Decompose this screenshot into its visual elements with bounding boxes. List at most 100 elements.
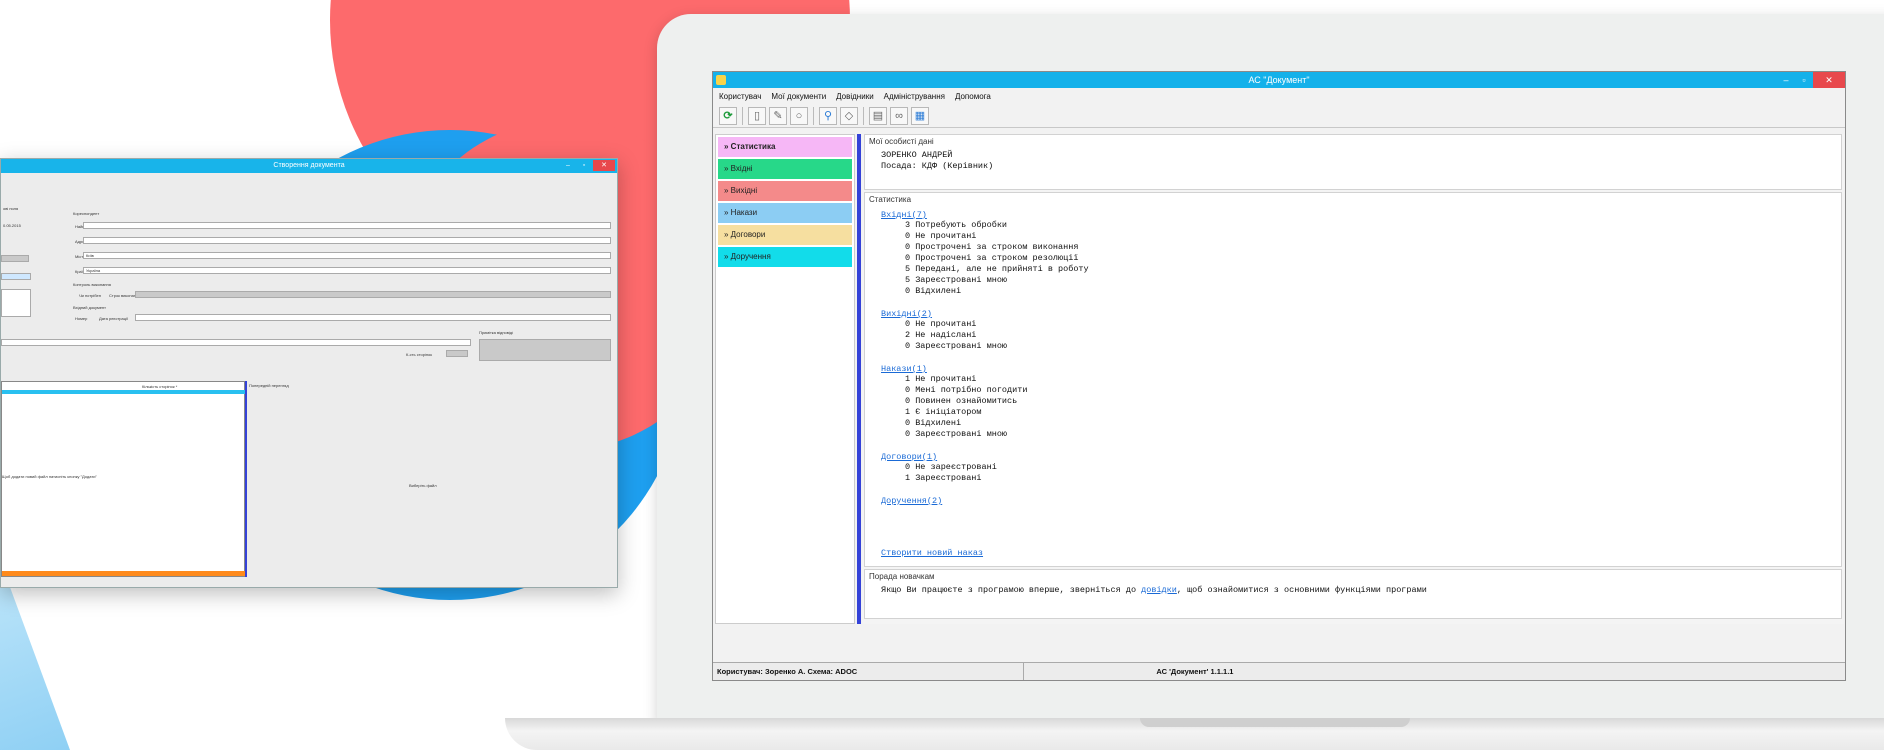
files-table: Кількість сторінок * Щоб додати новий фа… bbox=[1, 381, 245, 577]
stat-line: 0 Прострочені за строком виконання bbox=[905, 242, 1079, 252]
main-content: Мої особисті дані ЗОРЕНКО АНДРЕЙ Посада:… bbox=[862, 134, 1844, 624]
toolbar-separator bbox=[813, 106, 814, 125]
scene: Створення документа – ▫ ✕ ові поля 0.05.… bbox=[0, 0, 1884, 750]
create-document-window: Створення документа – ▫ ✕ ові поля 0.05.… bbox=[0, 158, 618, 588]
create-document-title: Створення документа bbox=[273, 162, 345, 169]
menu-help[interactable]: Допомога bbox=[955, 92, 991, 101]
close-icon[interactable]: ✕ bbox=[1813, 72, 1845, 88]
sidebar: » Статистика » Вхідні » Вихідні » Накази… bbox=[715, 134, 855, 624]
toolbar-separator bbox=[742, 106, 743, 125]
stat-group-assignments: Доручення(2) bbox=[881, 496, 1825, 506]
maximize-icon[interactable]: ▫ bbox=[1795, 72, 1813, 88]
receipt-field bbox=[479, 339, 611, 361]
user-name: ЗОРЕНКО АНДРЕЙ bbox=[881, 150, 953, 160]
table-icon[interactable]: ▦ bbox=[911, 106, 929, 125]
statistics-header: Статистика bbox=[869, 195, 912, 204]
city-input[interactable]: Київ bbox=[83, 252, 611, 259]
edit-icon[interactable]: ✎ bbox=[769, 106, 787, 125]
menu-directories[interactable]: Довідники bbox=[836, 92, 874, 101]
stat-link-incoming[interactable]: Вхідні(7) bbox=[881, 210, 1825, 220]
stat-line: 0 Прострочені за строком резолюції bbox=[905, 253, 1079, 263]
left-picker[interactable] bbox=[1, 273, 31, 280]
stat-line: 0 Відхилені bbox=[905, 418, 962, 428]
tips-header: Порада новачкам bbox=[869, 572, 935, 581]
menu-administration[interactable]: Адміністрування bbox=[884, 92, 945, 101]
circle-icon[interactable]: ○ bbox=[790, 106, 808, 125]
close-icon[interactable]: ✕ bbox=[593, 160, 615, 171]
personal-header: Мої особисті дані bbox=[869, 137, 934, 146]
print-icon[interactable]: ▤ bbox=[869, 106, 887, 125]
status-user: Користувач: Зоренко А. Схема: ADOC bbox=[713, 663, 1025, 680]
stat-line: 3 Потребують обробки bbox=[905, 220, 1008, 230]
stat-group-incoming: Вхідні(7) 3 Потребують обробки 0 Не проч… bbox=[881, 210, 1825, 297]
statistics-section: Статистика Вхідні(7) 3 Потребують обробк… bbox=[864, 192, 1842, 567]
menu-user[interactable]: Користувач bbox=[719, 92, 761, 101]
status-app-version: АС 'Документ' 1.1.1.1 bbox=[1156, 667, 1234, 676]
stat-link-orders[interactable]: Накази(1) bbox=[881, 364, 1825, 374]
country-input[interactable]: Україна bbox=[83, 267, 611, 274]
sidebar-item-outgoing[interactable]: » Вихідні bbox=[718, 181, 852, 201]
sidebar-item-statistics[interactable]: » Статистика bbox=[718, 137, 852, 157]
stat-line: 2 Не надіслані bbox=[905, 330, 977, 340]
stat-group-outgoing: Вихідні(2) 0 Не прочитані 2 Не надіслані… bbox=[881, 309, 1825, 352]
files-table-selected-row[interactable] bbox=[2, 390, 245, 394]
status-bar: Користувач: Зоренко А. Схема: ADOC АС 'Д… bbox=[713, 662, 1845, 680]
left-gray-field bbox=[1, 255, 29, 262]
address-input[interactable] bbox=[83, 237, 611, 244]
sidebar-splitter[interactable] bbox=[857, 134, 861, 624]
help-link[interactable]: довідки bbox=[1141, 585, 1177, 595]
files-hint: Щоб додати новий файл натисніть кнопку "… bbox=[2, 474, 97, 479]
long-input[interactable] bbox=[1, 339, 471, 346]
stat-line: 5 Зареєстровані мною bbox=[905, 275, 1008, 285]
date-fragment: 0.05.2015 bbox=[3, 223, 21, 228]
stat-link-outgoing[interactable]: Вихідні(2) bbox=[881, 309, 1825, 319]
maximize-icon[interactable]: ▫ bbox=[577, 160, 591, 171]
preview-icon[interactable]: ∞ bbox=[890, 106, 908, 125]
stat-line: 0 Не прочитані bbox=[905, 231, 977, 241]
minimize-icon[interactable]: – bbox=[1777, 72, 1795, 88]
search-icon[interactable]: ⚲ bbox=[819, 106, 837, 125]
sidebar-item-incoming[interactable]: » Вхідні bbox=[718, 159, 852, 179]
reg-date-input[interactable] bbox=[135, 314, 611, 321]
incoming-label: Вхідний документ bbox=[73, 305, 106, 310]
new-document-icon[interactable]: ▯ bbox=[748, 106, 766, 125]
needs-checkbox-label[interactable]: Чи потрібен bbox=[79, 293, 101, 298]
refresh-icon[interactable]: ⟳ bbox=[719, 106, 737, 125]
reg-date-label: Дата реєстрації bbox=[99, 316, 129, 321]
stat-line: 0 Повинен ознайомитись bbox=[905, 396, 1018, 406]
stat-group-orders: Накази(1) 1 Не прочитані 0 Мені потрібно… bbox=[881, 364, 1825, 440]
stat-line: 0 Не зареєстровані bbox=[905, 462, 997, 472]
minimize-icon[interactable]: – bbox=[561, 160, 575, 171]
app-icon bbox=[716, 75, 726, 85]
pages-count-field[interactable] bbox=[446, 350, 468, 357]
sidebar-item-assignments[interactable]: » Доручення bbox=[718, 247, 852, 267]
tips-text: Якщо Ви працюєте з програмою вперше, зве… bbox=[881, 585, 1427, 595]
left-box[interactable] bbox=[1, 289, 31, 317]
personal-section: Мої особисті дані ЗОРЕНКО АНДРЕЙ Посада:… bbox=[864, 134, 1842, 190]
decor-ribbon bbox=[0, 560, 70, 750]
stat-link-assignments[interactable]: Доручення(2) bbox=[881, 496, 1825, 506]
main-window: АС "Документ" – ▫ ✕ Користувач Мої докум… bbox=[712, 71, 1846, 681]
stat-link-contracts[interactable]: Договори(1) bbox=[881, 452, 1825, 462]
user-position: Посада: КДФ (Керівник) bbox=[881, 161, 994, 171]
receipt-label: Примітка відповіді bbox=[479, 330, 513, 335]
tips-section: Порада новачкам Якщо Ви працюєте з прогр… bbox=[864, 569, 1842, 619]
stat-line: 0 Не прочитані bbox=[905, 319, 977, 329]
fields-label-fragment: ові поля bbox=[3, 206, 19, 211]
laptop-notch bbox=[1140, 718, 1410, 727]
sidebar-item-orders[interactable]: » Накази bbox=[718, 203, 852, 223]
stat-line: 0 Зареєстровані мною bbox=[905, 341, 1008, 351]
eraser-icon[interactable]: ◇ bbox=[840, 106, 858, 125]
files-splitter[interactable] bbox=[245, 381, 247, 577]
menu-bar: Користувач Мої документи Довідники Адмін… bbox=[713, 88, 1845, 104]
term-input[interactable] bbox=[135, 291, 611, 298]
menu-my-documents[interactable]: Мої документи bbox=[771, 92, 826, 101]
stat-line: 0 Мені потрібно погодити bbox=[905, 385, 1028, 395]
stat-line: 1 Є ініціатором bbox=[905, 407, 982, 417]
create-order-link[interactable]: Створити новий наказ bbox=[881, 548, 1825, 558]
main-title: АС "Документ" bbox=[1248, 75, 1310, 85]
sidebar-item-contracts[interactable]: » Договори bbox=[718, 225, 852, 245]
naming-input[interactable] bbox=[83, 222, 611, 229]
pages-column-header: Кількість сторінок * bbox=[142, 384, 178, 389]
toolbar-separator bbox=[863, 106, 864, 125]
